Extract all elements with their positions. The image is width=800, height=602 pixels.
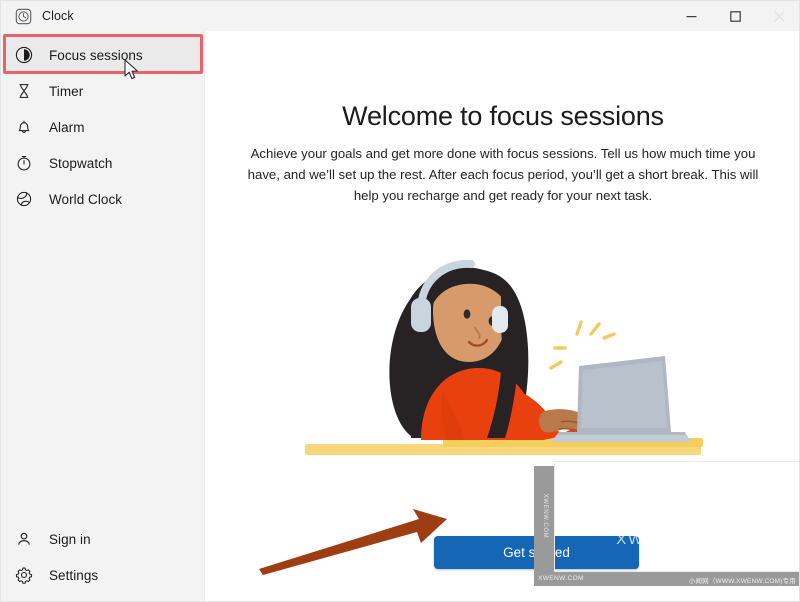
sidebar-item-label: Stopwatch — [49, 155, 113, 171]
welcome-illustration — [206, 226, 799, 491]
alarm-bell-icon — [6, 118, 42, 136]
sidebar-item-world-clock[interactable]: World Clock — [6, 181, 200, 217]
main-content: Welcome to focus sessions Achieve your g… — [206, 31, 799, 601]
minimize-button[interactable] — [669, 1, 713, 31]
page-title: Welcome to focus sessions — [342, 101, 664, 131]
window-title: Clock — [42, 9, 74, 23]
sidebar-item-focus-sessions[interactable]: Focus sessions — [3, 37, 200, 73]
close-button[interactable] — [757, 1, 799, 31]
title-bar: Clock — [1, 1, 799, 31]
sidebar-item-label: Alarm — [49, 119, 85, 135]
focus-sessions-icon — [6, 46, 42, 64]
sidebar-item-label: Sign in — [49, 531, 91, 547]
sidebar-item-stopwatch[interactable]: Stopwatch — [6, 145, 200, 181]
sidebar-item-sign-in[interactable]: Sign in — [6, 521, 200, 557]
sidebar-primary-list: Focus sessions Timer Alarm Stopwatch Wor… — [1, 37, 205, 217]
page-description: Achieve your goals and get more done wit… — [247, 146, 759, 203]
sidebar-item-label: Focus sessions — [49, 47, 143, 63]
title-bar-left: Clock — [1, 1, 74, 31]
window-controls — [669, 1, 799, 31]
clock-app-window: Clock Focus sessions Timer Alarm Stopwat… — [0, 0, 800, 602]
stopwatch-icon — [6, 154, 42, 172]
maximize-button[interactable] — [713, 1, 757, 31]
person-icon — [6, 530, 42, 548]
sidebar-item-alarm[interactable]: Alarm — [6, 109, 200, 145]
timer-hourglass-icon — [6, 82, 42, 100]
sidebar-item-timer[interactable]: Timer — [6, 73, 200, 109]
sidebar-item-label: Settings — [49, 567, 99, 583]
gear-icon — [6, 566, 42, 584]
sidebar-item-label: World Clock — [49, 191, 123, 207]
sidebar-item-settings[interactable]: Settings — [6, 557, 200, 593]
sidebar-bottom-list: Sign in Settings — [1, 521, 205, 593]
get-started-button[interactable]: Get started — [434, 536, 639, 569]
clock-icon — [15, 8, 32, 25]
navigation-sidebar: Focus sessions Timer Alarm Stopwatch Wor… — [1, 31, 205, 601]
sidebar-item-label: Timer — [49, 83, 84, 99]
globe-icon — [6, 190, 42, 208]
